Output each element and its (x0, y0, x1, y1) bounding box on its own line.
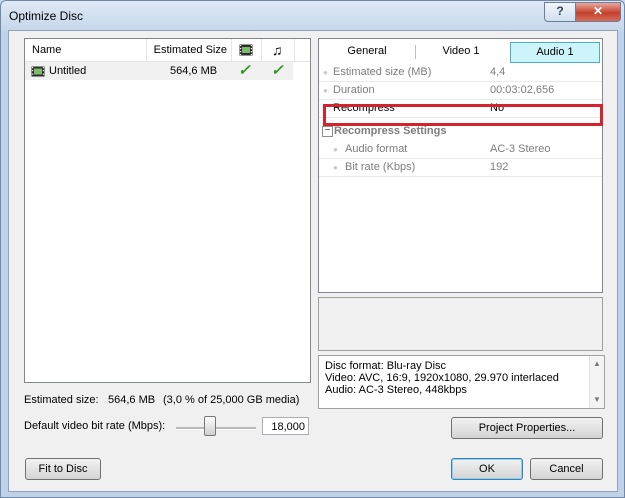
estimated-size-detail: (3,0 % of 25,000 GB media) (163, 394, 300, 406)
bullet-icon: ● (323, 68, 328, 77)
estimated-size-label: Estimated size: (24, 394, 99, 406)
scroll-up-icon[interactable]: ▲ (590, 358, 604, 370)
tab-audio-1[interactable]: Audio 1 (510, 42, 600, 63)
film-icon (239, 44, 253, 56)
music-note-icon: ♫ (272, 42, 283, 58)
property-value: 00:03:02,656 (490, 84, 555, 96)
bitrate-slider-thumb[interactable] (204, 416, 216, 436)
properties-panel: General Video 1 Audio 1 ● Estimated size… (318, 38, 603, 293)
column-estimated-size[interactable]: Estimated Size (147, 39, 232, 61)
description-box (318, 297, 603, 351)
list-item-name: Untitled (49, 65, 87, 77)
film-icon (31, 66, 45, 77)
bullet-icon: ● (333, 163, 338, 172)
help-button[interactable]: ? (544, 2, 576, 22)
property-key: Duration (333, 84, 375, 96)
close-button[interactable]: ✕ (575, 2, 621, 22)
bitrate-label: Default video bit rate (Mbps): (24, 420, 166, 432)
audio-info-text: Audio: AC-3 Stereo, 448kbps (325, 384, 467, 396)
property-estimated-size[interactable]: ● Estimated size (MB) 4,4 (319, 64, 602, 82)
property-audio-format[interactable]: ● Audio format AC-3 Stereo (319, 141, 602, 159)
bullet-icon: ● (323, 86, 328, 95)
disc-info-box[interactable]: Disc format: Blu-ray Disc Video: AVC, 16… (318, 355, 605, 409)
tab-video-1[interactable]: Video 1 (416, 42, 506, 61)
property-key: Bit rate (Kbps) (345, 161, 416, 173)
scroll-down-icon[interactable]: ▼ (590, 394, 604, 406)
disc-format-text: Disc format: Blu-ray Disc (325, 360, 447, 372)
project-properties-button[interactable]: Project Properties... (451, 417, 603, 439)
title-list[interactable]: Name Estimated Size ♫ Untitled 564,6 MB … (24, 38, 311, 383)
dialog-body: Name Estimated Size ♫ Untitled 564,6 MB … (8, 30, 618, 492)
window-title: Optimize Disc (9, 9, 84, 23)
bitrate-slider-track[interactable] (176, 427, 256, 430)
ok-button[interactable]: OK (451, 458, 523, 480)
audio-check-icon: ✓ (271, 62, 284, 79)
scrollbar[interactable]: ▲ ▼ (589, 356, 604, 408)
bullet-icon: ● (333, 145, 338, 154)
estimated-size-value: 564,6 MB (108, 394, 156, 406)
property-value: AC-3 Stereo (490, 143, 551, 155)
column-audio[interactable]: ♫ (262, 39, 295, 61)
property-key: Audio format (345, 143, 408, 155)
optimize-disc-dialog: Optimize Disc ? ✕ Name Estimated Size ♫ (0, 0, 625, 498)
cancel-button[interactable]: Cancel (530, 458, 603, 480)
video-info-text: Video: AVC, 16:9, 1920x1080, 29.970 inte… (325, 372, 559, 384)
group-recompress-settings[interactable]: − Recompress Settings (319, 123, 602, 140)
group-label: Recompress Settings (334, 125, 447, 137)
fit-to-disc-button[interactable]: Fit to Disc (25, 458, 101, 480)
property-value: 4,4 (490, 66, 506, 78)
list-item-size: 564,6 MB (170, 65, 218, 77)
property-key: Estimated size (MB) (333, 66, 432, 78)
tab-general[interactable]: General (322, 42, 412, 61)
list-header: Name Estimated Size ♫ (25, 39, 310, 62)
property-duration[interactable]: ● Duration 00:03:02,656 (319, 82, 602, 100)
column-name[interactable]: Name (25, 39, 147, 61)
collapse-icon[interactable]: − (322, 126, 333, 137)
bitrate-input[interactable]: 18,000 (262, 417, 309, 435)
property-value: 192 (490, 161, 509, 173)
list-item[interactable]: Untitled 564,6 MB ✓ ✓ (25, 62, 293, 80)
column-video[interactable] (232, 39, 262, 61)
property-bit-rate[interactable]: ● Bit rate (Kbps) 192 (319, 159, 602, 177)
video-check-icon: ✓ (238, 62, 251, 79)
